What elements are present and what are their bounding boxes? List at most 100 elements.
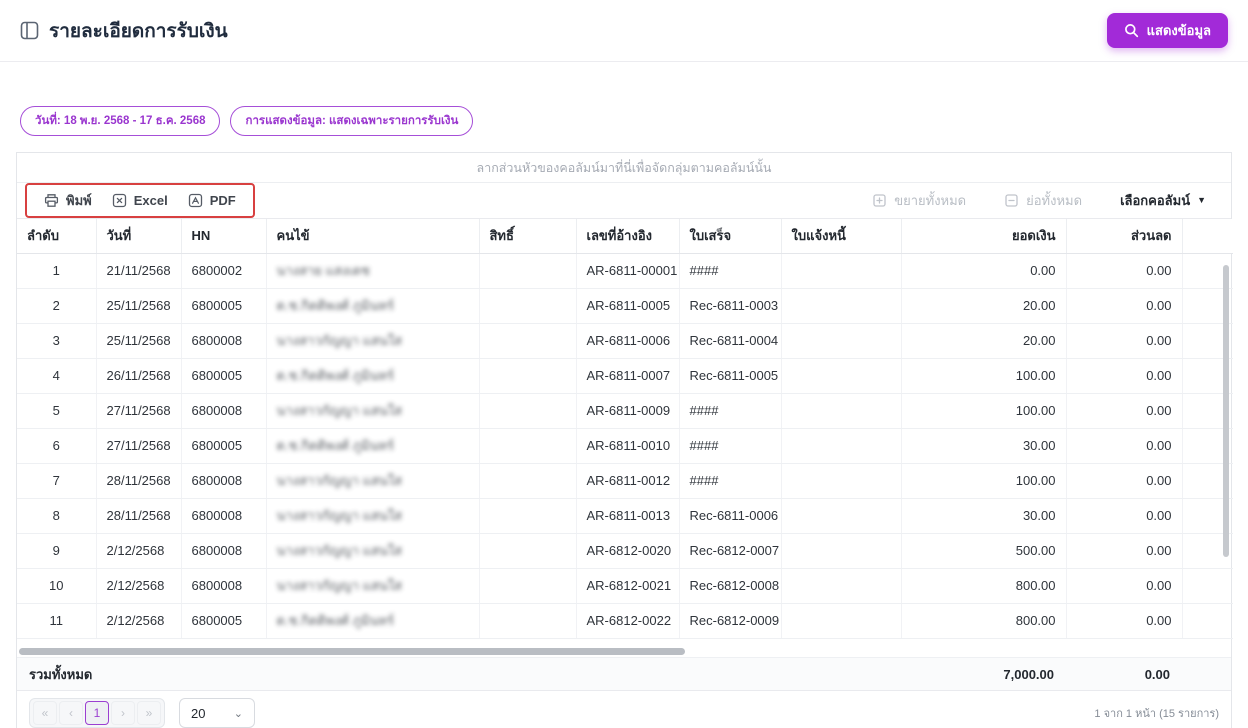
cell-discount: 0.00 xyxy=(1066,358,1183,394)
cell-hn: 6800008 xyxy=(181,393,267,429)
cell-date: 25/11/2568 xyxy=(96,288,182,324)
column-header-4[interactable]: สิทธิ์ xyxy=(479,219,577,254)
cell-right xyxy=(479,288,577,324)
cell-invoice xyxy=(781,533,902,569)
column-header-5[interactable]: เลขที่อ้างอิง xyxy=(576,219,680,254)
collapse-all-icon xyxy=(1004,193,1019,208)
pagination-bar: « ‹ 1 › » 20 ⌄ 1 จาก 1 หน้า (15 รายการ) xyxy=(17,691,1231,728)
cell-receipt: Rec-6811-0006 xyxy=(679,498,782,534)
horizontal-scrollbar[interactable] xyxy=(17,646,1231,658)
column-header-9[interactable]: ส่วนลด xyxy=(1066,219,1183,254)
show-data-button[interactable]: แสดงข้อมูล xyxy=(1106,13,1228,48)
cell-no: 3 xyxy=(17,323,97,359)
column-header-8[interactable]: ยอดเงิน xyxy=(901,219,1067,254)
data-grid: ลากส่วนหัวของคอลัมน์มาที่นี่เพื่อจัดกลุ่… xyxy=(16,152,1233,728)
cell-right xyxy=(479,253,577,289)
last-page-button[interactable]: » xyxy=(137,701,161,725)
cell-discount: 0.00 xyxy=(1066,323,1183,359)
cell-receipt: Rec-6812-0008 xyxy=(679,568,782,604)
excel-label: Excel xyxy=(133,193,168,208)
cell-invoice xyxy=(781,393,902,429)
cell-hn: 6800005 xyxy=(181,603,267,639)
table-header-row: ลำดับ วันที่ HN คนไข้ สิทธิ์ เลขที่อ้างอิง ใบเ… xyxy=(17,219,1233,254)
column-header-6[interactable]: ใบเสร็จ xyxy=(679,219,782,254)
column-header-3[interactable]: คนไข้ xyxy=(266,219,480,254)
collapse-all-label: ย่อทั้งหมด xyxy=(1026,193,1083,208)
page-title: รายละเอียดการรับเงิน xyxy=(49,20,228,42)
current-page-button[interactable]: 1 xyxy=(85,701,109,725)
cell-date: 2/12/2568 xyxy=(96,603,182,639)
expand-all-label: ขยายทั้งหมด xyxy=(894,193,967,208)
pagination-info: 1 จาก 1 หน้า (15 รายการ) xyxy=(1094,708,1219,720)
cell-right xyxy=(479,393,577,429)
cell-discount: 0.00 xyxy=(1066,568,1183,604)
page-size-select[interactable]: 20 ⌄ xyxy=(179,698,255,728)
cell-reference: AR-6812-0020 xyxy=(576,533,680,569)
page-size-value: 20 xyxy=(191,705,206,721)
cell-no: 11 xyxy=(17,603,97,639)
cell-right xyxy=(479,603,577,639)
cell-amount: 30.00 xyxy=(901,498,1067,534)
cell-amount: 800.00 xyxy=(901,603,1067,639)
print-button[interactable]: พิมพ์ xyxy=(35,186,101,215)
cell-invoice xyxy=(781,358,902,394)
cell-amount: 0.00 xyxy=(901,253,1067,289)
table-row: 6 27/11/2568 6800005 ด.ช.กิตติพงศ์ ภูมิน… xyxy=(17,428,1233,464)
cell-receipt: #### xyxy=(679,428,782,464)
cell-reference: AR-6811-00001 xyxy=(576,253,680,289)
cell-discount: 0.00 xyxy=(1066,428,1183,464)
cell-right xyxy=(479,533,577,569)
cell-receipt: Rec-6811-0005 xyxy=(679,358,782,394)
table-row: 2 25/11/2568 6800005 ด.ช.กิตติพงศ์ ภูมิน… xyxy=(17,288,1233,324)
grid-toolbar: พิมพ์ Excel PDF ขยายทั้งหมด ย่อทั้งหมด เ… xyxy=(17,183,1231,219)
collapse-all-button[interactable]: ย่อทั้งหมด xyxy=(995,186,1091,215)
cell-amount: 20.00 xyxy=(901,288,1067,324)
export-pdf-button[interactable]: PDF xyxy=(179,189,245,212)
cell-hn: 6800005 xyxy=(181,428,267,464)
expand-all-button[interactable]: ขยายทั้งหมด xyxy=(863,186,975,215)
cell-amount: 500.00 xyxy=(901,533,1067,569)
cell-reference: AR-6811-0010 xyxy=(576,428,680,464)
cell-right xyxy=(479,568,577,604)
table-row: 9 2/12/2568 6800008 นางสาวกัญญา แสนใส AR… xyxy=(17,533,1233,569)
cell-date: 2/12/2568 xyxy=(96,533,182,569)
cell-patient: นางสาวกัญญา แสนใส xyxy=(266,533,480,569)
cell-hn: 6800008 xyxy=(181,568,267,604)
cell-receipt: #### xyxy=(679,393,782,429)
table-row: 5 27/11/2568 6800008 นางสาวกัญญา แสนใส A… xyxy=(17,393,1233,429)
cell-right xyxy=(479,463,577,499)
cell-no: 7 xyxy=(17,463,97,499)
prev-page-button[interactable]: ‹ xyxy=(59,701,83,725)
cell-hn: 6800005 xyxy=(181,358,267,394)
cell-amount: 100.00 xyxy=(901,358,1067,394)
group-by-drop-zone[interactable]: ลากส่วนหัวของคอลัมน์มาที่นี่เพื่อจัดกลุ่… xyxy=(17,153,1231,183)
cell-discount: 0.00 xyxy=(1066,498,1183,534)
cell-patient: นางสาวกัญญา แสนใส xyxy=(266,393,480,429)
first-page-button[interactable]: « xyxy=(33,701,57,725)
column-header-1[interactable]: วันที่ xyxy=(96,219,182,254)
column-header-empty xyxy=(1182,219,1233,254)
cell-amount: 800.00 xyxy=(901,568,1067,604)
cell-patient: นางสาย แสงเดช xyxy=(266,253,480,289)
horizontal-scrollbar-thumb[interactable] xyxy=(19,648,685,655)
cell-hn: 6800008 xyxy=(181,463,267,499)
cell-receipt: Rec-6811-0004 xyxy=(679,323,782,359)
cell-receipt: Rec-6811-0003 xyxy=(679,288,782,324)
cell-right xyxy=(479,428,577,464)
cell-right xyxy=(479,323,577,359)
pdf-label: PDF xyxy=(209,193,236,208)
cell-date: 27/11/2568 xyxy=(96,428,182,464)
filter-chip-date: วันที่: 18 พ.ย. 2568 - 17 ธ.ค. 2568 xyxy=(20,106,221,136)
cell-patient: ด.ช.กิตติพงศ์ ภูมินทร์ xyxy=(266,603,480,639)
vertical-scrollbar-thumb[interactable] xyxy=(1223,265,1229,557)
cell-empty xyxy=(1182,603,1233,639)
column-header-2[interactable]: HN xyxy=(181,219,267,254)
export-excel-button[interactable]: Excel xyxy=(103,189,177,212)
cell-empty xyxy=(1182,568,1233,604)
cell-patient: ด.ช.กิตติพงศ์ ภูมินทร์ xyxy=(266,428,480,464)
column-header-7[interactable]: ใบแจ้งหนี้ xyxy=(781,219,902,254)
cell-patient: นางสาวกัญญา แสนใส xyxy=(266,568,480,604)
next-page-button[interactable]: › xyxy=(111,701,135,725)
column-header-0[interactable]: ลำดับ xyxy=(17,219,97,254)
choose-columns-button[interactable]: เลือกคอลัมน์ ▼ xyxy=(1111,186,1215,215)
